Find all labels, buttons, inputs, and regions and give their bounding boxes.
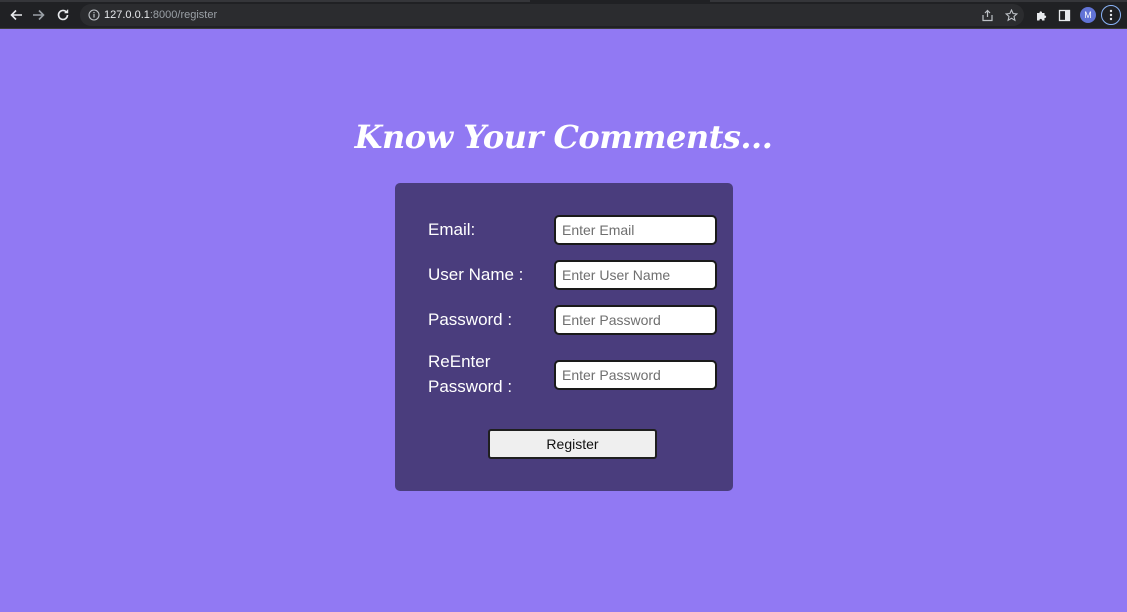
reload-icon[interactable] [53, 5, 73, 25]
username-label: User Name : [428, 265, 524, 284]
page-title: Know Your Comments... [354, 118, 773, 156]
email-field[interactable] [554, 215, 717, 245]
confirm-password-field[interactable] [554, 360, 717, 390]
register-button[interactable]: Register [488, 429, 657, 459]
browser-toolbar: 127.0.0.1:8000/register M [0, 0, 1127, 29]
address-bar[interactable]: 127.0.0.1:8000/register [80, 4, 1024, 26]
password-field[interactable] [554, 305, 717, 335]
forward-arrow-icon[interactable] [29, 5, 49, 25]
url-path: :8000/register [149, 9, 218, 21]
register-form-card: Email: User Name : Password : ReEnter Pa… [395, 183, 733, 491]
info-icon[interactable] [86, 7, 102, 23]
tab-strip-edge [0, 0, 530, 2]
avatar[interactable]: M [1080, 7, 1096, 23]
url-text: 127.0.0.1:8000/register [104, 8, 217, 22]
confirm-password-label: ReEnter Password : [428, 352, 513, 396]
url-host: 127.0.0.1 [104, 9, 150, 21]
password-label: Password : [428, 310, 513, 329]
kebab-menu-icon[interactable] [1101, 5, 1121, 25]
puzzle-icon[interactable] [1032, 6, 1050, 24]
share-icon[interactable] [979, 7, 995, 23]
back-arrow-icon[interactable] [6, 5, 26, 25]
username-field[interactable] [554, 260, 717, 290]
email-label: Email: [428, 220, 476, 239]
star-icon[interactable] [1003, 7, 1019, 23]
side-panel-icon[interactable] [1055, 6, 1073, 24]
tab-strip-edge [710, 0, 1127, 2]
